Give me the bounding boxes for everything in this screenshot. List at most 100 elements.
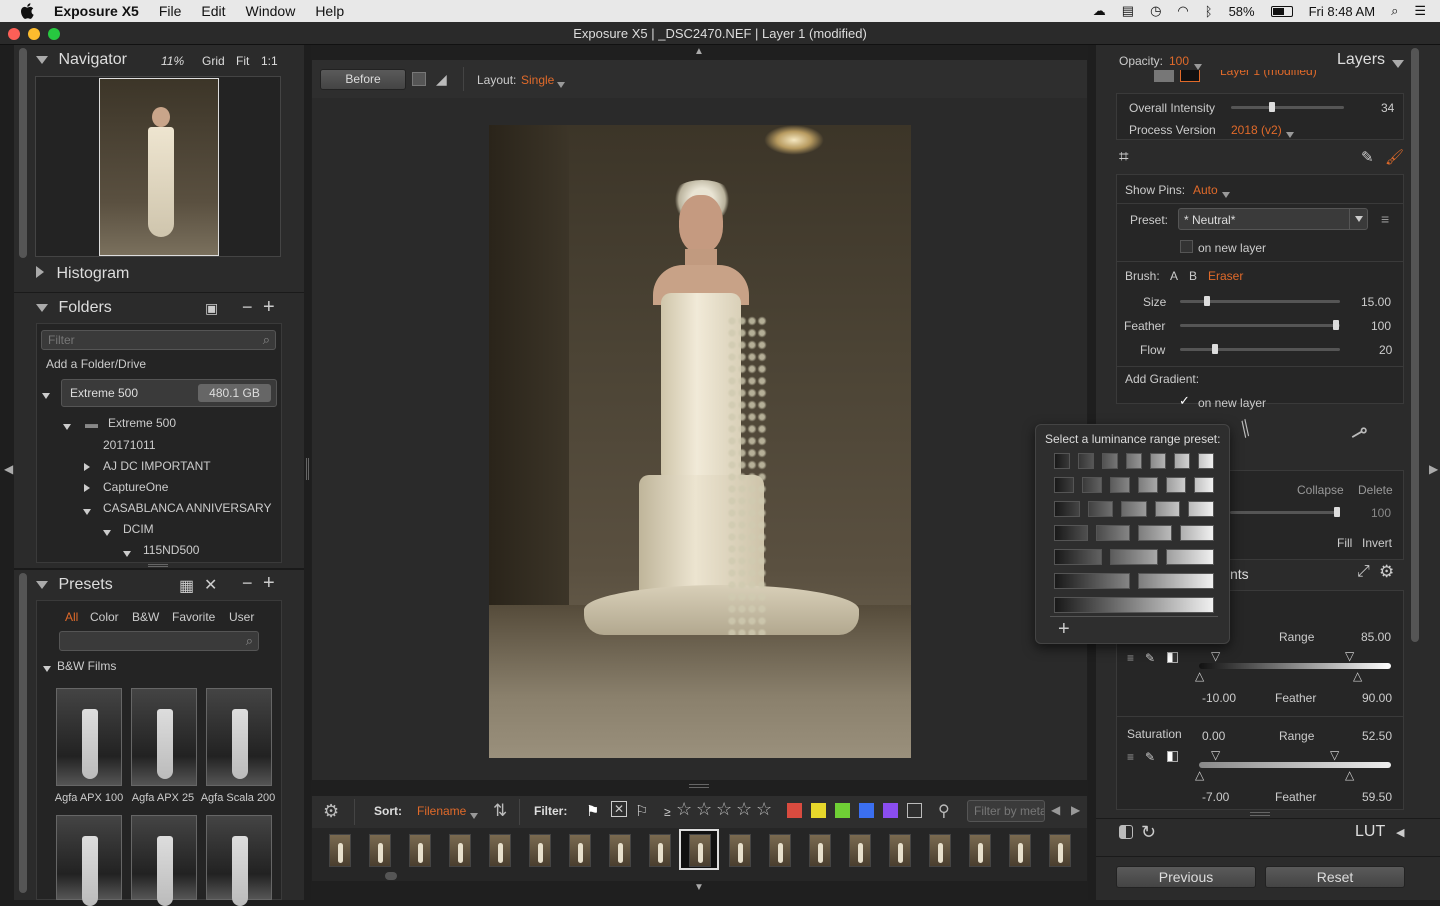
luminance-preset-swatch[interactable] xyxy=(1087,501,1114,517)
tree-item[interactable]: Extreme 500 xyxy=(108,416,176,430)
luminance-preset-swatch[interactable] xyxy=(1078,453,1094,469)
tree-item[interactable]: AJ DC IMPORTANT xyxy=(103,459,211,473)
preset-thumbnail[interactable] xyxy=(206,815,272,906)
luminance-preset-swatch[interactable] xyxy=(1150,453,1166,469)
luminance-preset-swatch[interactable] xyxy=(1054,477,1074,493)
range2-value[interactable]: 52.50 xyxy=(1362,729,1392,743)
previous-button[interactable]: Previous xyxy=(1116,866,1256,888)
feather-handle[interactable]: △ xyxy=(1195,669,1204,683)
flag-rejected-icon[interactable]: ✕ xyxy=(611,801,627,817)
color-label-none[interactable] xyxy=(907,803,922,818)
collapse-button[interactable]: Collapse xyxy=(1297,483,1344,497)
apple-icon[interactable] xyxy=(20,3,34,19)
filmstrip-thumbnail[interactable] xyxy=(769,834,791,867)
range-value[interactable]: 85.00 xyxy=(1361,630,1391,644)
flow-value[interactable]: 20 xyxy=(1379,343,1392,357)
feather-handle[interactable]: △ xyxy=(1353,669,1362,683)
tree-item[interactable]: 115ND500 xyxy=(143,543,199,557)
flag-picked-icon[interactable]: ⚑ xyxy=(586,802,599,820)
gear-icon[interactable]: ⚙ xyxy=(1379,562,1394,582)
luminance-preset-swatch[interactable] xyxy=(1082,477,1102,493)
luminance-preset-swatch[interactable] xyxy=(1096,525,1130,541)
tree-item[interactable]: CaptureOne xyxy=(103,480,168,494)
luminance-preset-swatch[interactable] xyxy=(1188,501,1214,517)
mask-view-icon[interactable] xyxy=(1167,751,1178,762)
filmstrip-thumbnail[interactable] xyxy=(369,834,391,867)
menu-icon[interactable]: ≡ xyxy=(1127,651,1134,665)
luminance-preset-swatch[interactable] xyxy=(1102,453,1118,469)
collapse-right-panel-icon[interactable]: ▶ xyxy=(1429,462,1438,476)
clock[interactable]: Fri 8:48 AM xyxy=(1309,4,1375,19)
luminance-preset-swatch[interactable] xyxy=(1054,453,1070,469)
chevron-down-icon[interactable] xyxy=(557,77,565,91)
menu-help[interactable]: Help xyxy=(315,3,344,19)
luminance-preset-swatch[interactable] xyxy=(1121,501,1147,517)
filmstrip-thumbnail[interactable] xyxy=(849,834,871,867)
preset-thumbnail[interactable] xyxy=(131,815,197,906)
range-handle[interactable]: ▽ xyxy=(1211,649,1220,663)
filmstrip-resize-handle[interactable] xyxy=(689,784,709,788)
time-machine-icon[interactable]: ◷ xyxy=(1150,3,1161,19)
wifi-icon[interactable]: ◠ xyxy=(1177,3,1188,19)
filmstrip-thumbnail[interactable] xyxy=(449,834,471,867)
filmstrip-thumbnail[interactable] xyxy=(1049,834,1071,867)
chevron-right-icon[interactable] xyxy=(84,481,90,495)
feather-value[interactable]: 100 xyxy=(1371,319,1391,333)
drive-icon[interactable]: ▤ xyxy=(1122,3,1134,19)
chevron-left-icon[interactable]: ◀ xyxy=(1396,826,1404,839)
eyedropper-icon[interactable]: ✎ xyxy=(1145,651,1155,665)
chevron-down-icon[interactable] xyxy=(470,808,478,822)
scroll-right-icon[interactable]: ▶ xyxy=(1071,803,1080,817)
preset-tab-favorite[interactable]: Favorite xyxy=(172,610,215,624)
minimize-window-button[interactable] xyxy=(28,28,40,40)
presets-search-input[interactable]: ⌕ xyxy=(59,631,259,651)
chevron-down-icon[interactable] xyxy=(42,388,50,402)
feather2-value[interactable]: 90.00 xyxy=(1362,691,1392,705)
before-button[interactable]: Before xyxy=(320,69,406,90)
battery-percent[interactable]: 58% xyxy=(1229,4,1255,19)
left-scrollbar[interactable] xyxy=(19,48,27,258)
luminance-preset-swatch[interactable] xyxy=(1166,549,1214,565)
color-label-blue[interactable] xyxy=(859,803,874,818)
mask-view-icon[interactable] xyxy=(1167,652,1178,663)
preset-thumbnail[interactable] xyxy=(56,815,122,906)
filmstrip-thumbnail[interactable] xyxy=(689,834,711,867)
eyedropper-icon[interactable]: ✎ xyxy=(1145,750,1155,764)
chevron-down-icon[interactable] xyxy=(123,546,131,560)
filmstrip-thumbnail[interactable] xyxy=(569,834,591,867)
flag-unflagged-icon[interactable]: ⚐ xyxy=(635,802,648,820)
right-panel-resize-handle[interactable] xyxy=(1250,812,1270,816)
add-folder-icon[interactable]: + xyxy=(263,296,275,319)
expand-icon[interactable]: ⤢ xyxy=(1357,563,1370,581)
collapse-icon[interactable]: ✕ xyxy=(204,575,217,595)
preset-group-title[interactable]: B&W Films xyxy=(57,659,116,673)
navigator-one-to-one-button[interactable]: 1:1 xyxy=(261,54,278,68)
color-label-red[interactable] xyxy=(787,803,802,818)
split-view-icon[interactable] xyxy=(412,72,426,86)
star-icon[interactable]: ☆ xyxy=(756,799,772,820)
luminance-low-value[interactable]: -10.00 xyxy=(1202,691,1236,705)
luminance-preset-swatch[interactable] xyxy=(1166,477,1186,493)
feather-handle[interactable]: △ xyxy=(1195,768,1204,782)
luminance-preset-swatch[interactable] xyxy=(1110,549,1158,565)
grid-view-icon[interactable]: ▦ xyxy=(179,576,194,596)
folder-browse-icon[interactable]: ▣ xyxy=(205,300,218,317)
preset-tab-all[interactable]: All xyxy=(65,610,78,624)
metadata-filter-input[interactable]: Filter by metadata xyxy=(967,800,1045,822)
sort-dropdown[interactable]: Filename xyxy=(417,804,466,818)
folders-header[interactable]: Folders xyxy=(36,299,326,317)
panel-resize-handle[interactable] xyxy=(148,564,168,567)
preset-tab-color[interactable]: Color xyxy=(90,610,119,624)
filmstrip-thumbnail[interactable] xyxy=(729,834,751,867)
star-icon[interactable]: ☆ xyxy=(736,799,752,820)
chevron-down-icon[interactable] xyxy=(1286,127,1294,141)
saturation-range-slider[interactable] xyxy=(1199,762,1391,768)
overall-intensity-slider[interactable] xyxy=(1231,102,1344,112)
navigator-grid-button[interactable]: Grid xyxy=(202,54,225,68)
chevron-down-icon[interactable] xyxy=(63,419,71,433)
brush-icon[interactable]: 🖌 xyxy=(1385,148,1404,166)
delete-button[interactable]: Delete xyxy=(1358,483,1393,497)
menu-edit[interactable]: Edit xyxy=(201,3,225,19)
notification-center-icon[interactable]: ☰ xyxy=(1414,3,1426,19)
gear-icon[interactable]: ⚙ xyxy=(323,801,339,822)
